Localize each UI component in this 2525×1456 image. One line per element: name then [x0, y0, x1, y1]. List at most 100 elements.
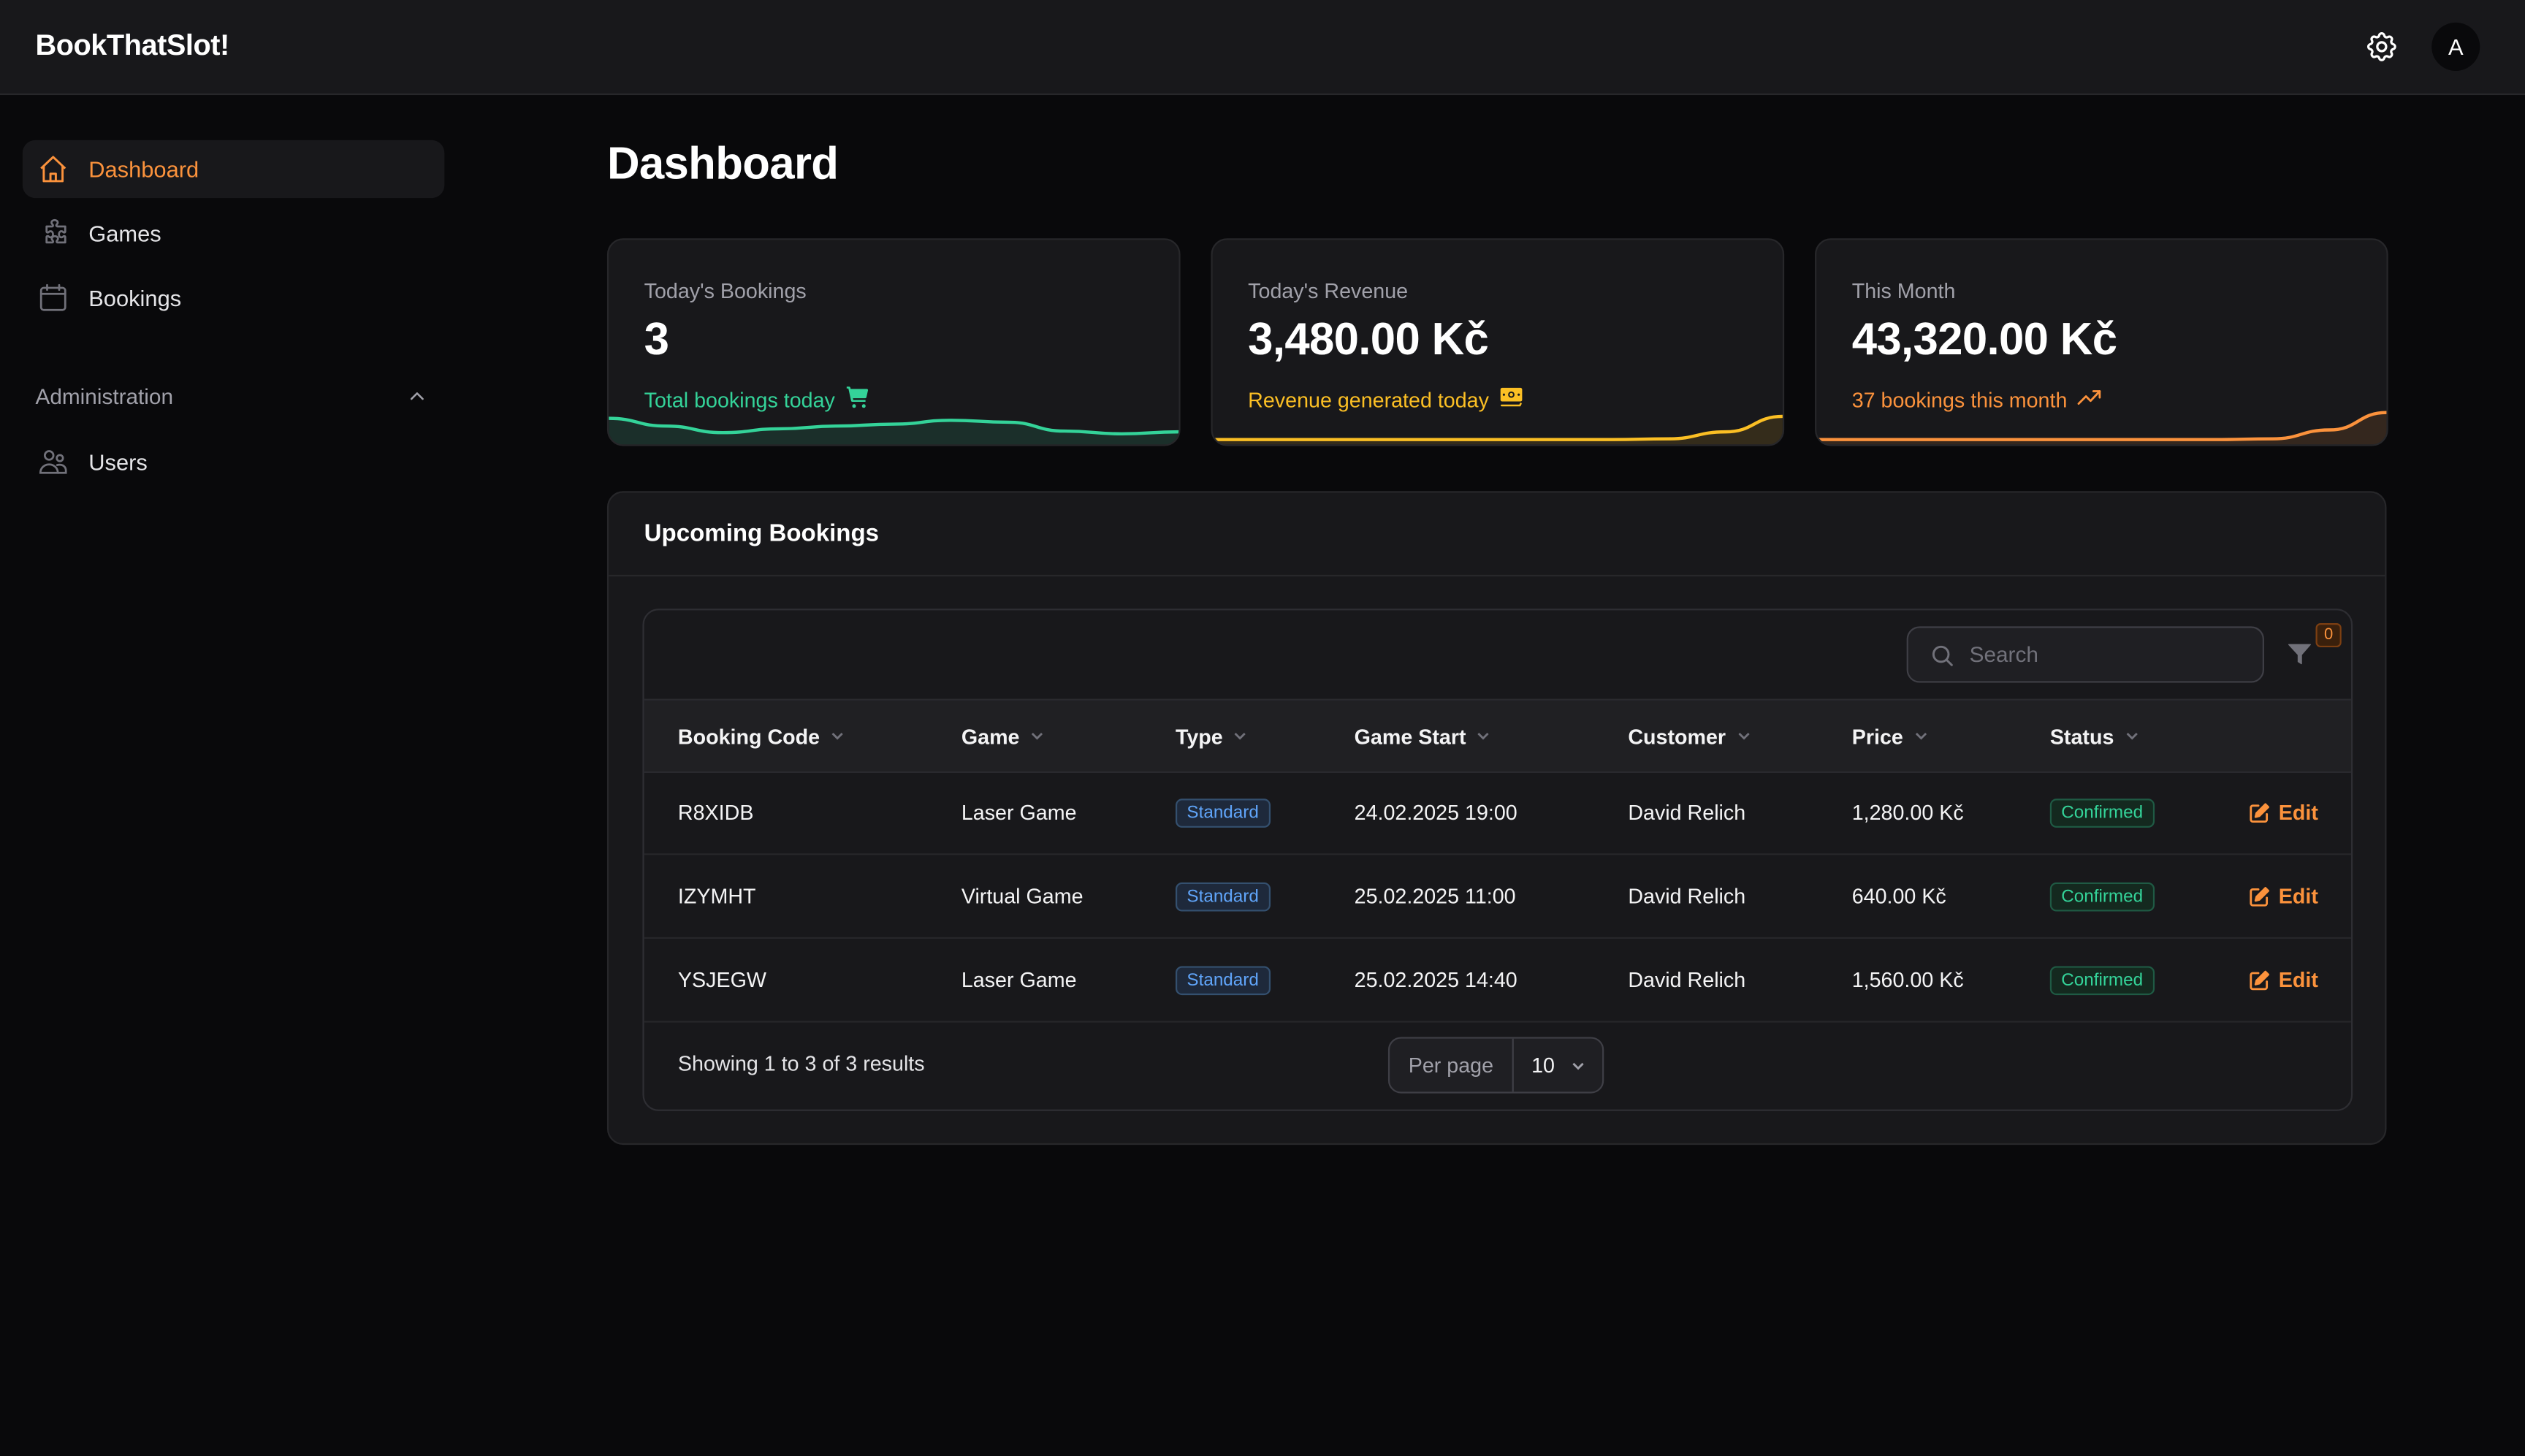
cell-booking-code: R8XIDB	[677, 800, 754, 825]
edit-icon	[2250, 885, 2269, 906]
sidebar-item-users[interactable]: Users	[23, 433, 444, 491]
per-page-control: Per page 10	[1387, 1037, 1604, 1094]
column-label: Booking Code	[677, 723, 820, 748]
per-page-select[interactable]: 10	[1514, 1053, 1602, 1078]
sidebar-item-dashboard[interactable]: Dashboard	[22, 140, 445, 199]
sparkline-line	[1816, 411, 2387, 441]
cell-actions: Edit	[2248, 771, 2318, 853]
chevron-down-icon	[829, 728, 845, 744]
stat-label: This Month	[1851, 278, 1956, 303]
edit-icon	[2250, 969, 2269, 990]
puzzle-icon	[37, 218, 69, 250]
cell-game: Laser Game	[961, 800, 1077, 825]
stat-card-todays-revenue: Today's Revenue 3,480.00 Kč Revenue gene…	[1211, 238, 1785, 446]
sparkline-todays-bookings	[609, 416, 1179, 445]
chevron-down-icon	[2124, 728, 2140, 744]
cell-game: Laser Game	[961, 967, 1077, 992]
status-badge: Confirmed	[2049, 798, 2155, 827]
cell-status: Confirmed	[2049, 771, 2155, 853]
stat-value: 43,320.00 Kč	[1851, 313, 2117, 365]
sidebar-item-label: Dashboard	[88, 156, 199, 183]
cell-customer: David Relich	[1628, 884, 1746, 909]
column-label: Type	[1175, 723, 1223, 748]
upcoming-bookings-title: Upcoming Bookings	[644, 519, 880, 548]
stat-label: Today's Bookings	[644, 278, 807, 303]
filter-count-badge: 0	[2315, 622, 2342, 648]
cell-booking-code: YSJEGW	[677, 967, 766, 992]
home-icon	[37, 153, 69, 185]
results-summary: Showing 1 to 3 of 3 results	[677, 1051, 925, 1076]
search-field[interactable]	[1906, 626, 2264, 683]
sparkline-line	[1212, 414, 1783, 441]
users-icon	[37, 446, 69, 479]
top-bar: BookThatSlot! A	[0, 0, 2525, 96]
cell-game-start: 25.02.2025 14:40	[1354, 967, 1517, 992]
table-header: Booking Code Game Type Game Start Custom…	[644, 698, 2351, 773]
sidebar-item-games[interactable]: Games	[23, 205, 444, 262]
app-logo[interactable]: BookThatSlot!	[35, 29, 229, 63]
search-icon	[1930, 641, 1955, 667]
user-avatar[interactable]: A	[2431, 22, 2480, 71]
column-header-status[interactable]: Status	[2050, 701, 2140, 771]
cell-price: 1,560.00 Kč	[1851, 967, 1964, 992]
edit-button[interactable]: Edit	[2248, 884, 2318, 908]
column-label: Price	[1851, 723, 1903, 748]
chevron-down-icon	[1573, 1061, 1585, 1070]
administration-section-label[interactable]: Administration	[35, 385, 173, 409]
gear-icon[interactable]	[2364, 29, 2399, 64]
card-divider	[609, 574, 2385, 577]
edit-button[interactable]: Edit	[2248, 968, 2318, 992]
cell-customer: David Relich	[1628, 967, 1746, 992]
type-badge: Standard	[1175, 965, 1271, 995]
chevron-down-icon	[1735, 728, 1751, 744]
sidebar-item-bookings[interactable]: Bookings	[23, 269, 444, 327]
page-title: Dashboard	[606, 138, 839, 188]
edit-label: Edit	[2278, 967, 2318, 992]
cell-customer: David Relich	[1628, 800, 1746, 825]
table-row[interactable]: R8XIDB Laser Game Standard 24.02.2025 19…	[644, 771, 2351, 855]
status-badge: Confirmed	[2049, 881, 2155, 911]
calendar-icon	[37, 282, 69, 314]
column-header-booking-code[interactable]: Booking Code	[678, 701, 845, 771]
chevron-down-icon	[1233, 728, 1249, 744]
edit-button[interactable]: Edit	[2248, 800, 2318, 824]
column-label: Status	[2049, 723, 2114, 748]
cell-type: Standard	[1175, 855, 1271, 937]
sparkline-this-month	[1816, 411, 2387, 445]
chevron-down-icon	[1913, 728, 1929, 744]
sidebar-item-label: Games	[88, 220, 161, 247]
cell-price: 1,280.00 Kč	[1851, 800, 1964, 825]
column-label: Game	[961, 723, 1020, 748]
stat-card-todays-bookings: Today's Bookings 3 Total bookings today	[606, 238, 1181, 446]
stat-value: 3,480.00 Kč	[1248, 313, 1489, 365]
edit-icon	[2250, 802, 2269, 822]
column-header-game-start[interactable]: Game Start	[1355, 701, 1492, 771]
upcoming-bookings-card: Upcoming Bookings 0 Booking Code Game	[606, 491, 2387, 1146]
column-header-price[interactable]: Price	[1852, 701, 1929, 771]
chevron-down-icon	[1029, 728, 1046, 744]
status-badge: Confirmed	[2049, 965, 2155, 995]
edit-label: Edit	[2278, 800, 2318, 825]
stat-card-this-month: This Month 43,320.00 Kč 37 bookings this…	[1815, 238, 2388, 446]
app-root: BookThatSlot! A Dashboard Games Bookings…	[0, 0, 2525, 1456]
cell-game: Virtual Game	[961, 884, 1083, 909]
sparkline-todays-revenue	[1212, 414, 1783, 445]
cell-booking-code: IZYMHT	[677, 884, 756, 909]
cell-game-start: 25.02.2025 11:00	[1354, 884, 1516, 909]
table-row[interactable]: IZYMHT Virtual Game Standard 25.02.2025 …	[644, 855, 2351, 939]
type-badge: Standard	[1175, 798, 1271, 827]
cell-type: Standard	[1175, 771, 1271, 853]
type-badge: Standard	[1175, 881, 1271, 911]
filter-icon[interactable]	[2285, 639, 2315, 668]
chevron-up-icon[interactable]	[405, 385, 428, 408]
per-page-value: 10	[1531, 1053, 1555, 1078]
table-row[interactable]: YSJEGW Laser Game Standard 25.02.2025 14…	[644, 939, 2351, 1023]
sidebar-item-label: Users	[88, 449, 148, 476]
column-header-customer[interactable]: Customer	[1628, 701, 1751, 771]
chevron-down-icon	[1476, 728, 1492, 744]
column-header-game[interactable]: Game	[961, 701, 1046, 771]
column-header-type[interactable]: Type	[1176, 701, 1249, 771]
cell-status: Confirmed	[2049, 939, 2155, 1021]
cell-actions: Edit	[2248, 939, 2318, 1021]
search-input[interactable]	[1969, 642, 2244, 667]
